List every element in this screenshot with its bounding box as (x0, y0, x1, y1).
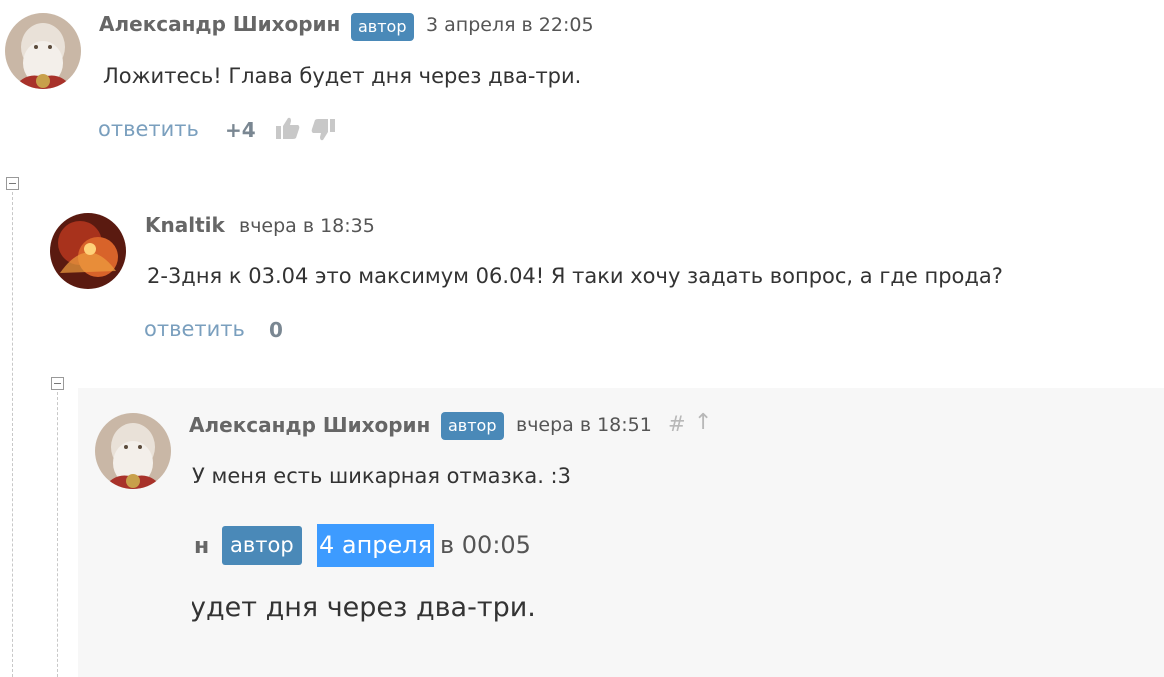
thumb-up-icon[interactable] (275, 116, 301, 144)
author-badge: автор (441, 412, 504, 440)
vote-score: 0 (269, 318, 283, 342)
reply-link[interactable]: ответить (144, 317, 245, 341)
comment-author[interactable]: Александр Шихорин (99, 12, 340, 36)
quoted-image: н автор 4 апреля в 00:05 удет дня через … (192, 522, 612, 632)
vote-score: +4 (225, 118, 256, 142)
reply-link[interactable]: ответить (98, 117, 199, 141)
author-badge: автор (351, 13, 414, 41)
quote-author-badge: автор (222, 526, 302, 565)
parent-arrow-icon[interactable]: ↑ (694, 410, 712, 435)
thread-line (57, 392, 58, 677)
thread-line (12, 192, 13, 677)
comment-date[interactable]: вчера в 18:51 (516, 414, 652, 436)
comment-author[interactable]: Knaltik (145, 213, 225, 237)
collapse-icon[interactable] (51, 377, 64, 390)
quote-date-highlight: 4 апреля (317, 524, 435, 567)
comment-date[interactable]: 3 апреля в 22:05 (426, 14, 594, 36)
collapse-icon[interactable] (6, 177, 19, 190)
comment-date[interactable]: вчера в 18:35 (239, 215, 375, 237)
quote-text-fragment: удет дня через два-три. (192, 592, 536, 623)
comment-author[interactable]: Александр Шихорин (189, 413, 430, 437)
permalink-hash[interactable]: # (668, 412, 686, 436)
thumb-down-icon[interactable] (310, 118, 336, 146)
quote-author-fragment: н (194, 534, 210, 559)
comment-text: Ложитесь! Глава будет дня через два-три. (103, 64, 582, 88)
comment-text: 2-3дня к 03.04 это максимум 06.04! Я так… (147, 264, 1003, 288)
comment-text: У меня есть шикарная отмазка. :3 (192, 464, 571, 488)
avatar[interactable] (5, 13, 81, 89)
avatar[interactable] (95, 413, 171, 489)
quote-date-rest: в 00:05 (440, 531, 531, 559)
avatar[interactable] (50, 213, 126, 289)
